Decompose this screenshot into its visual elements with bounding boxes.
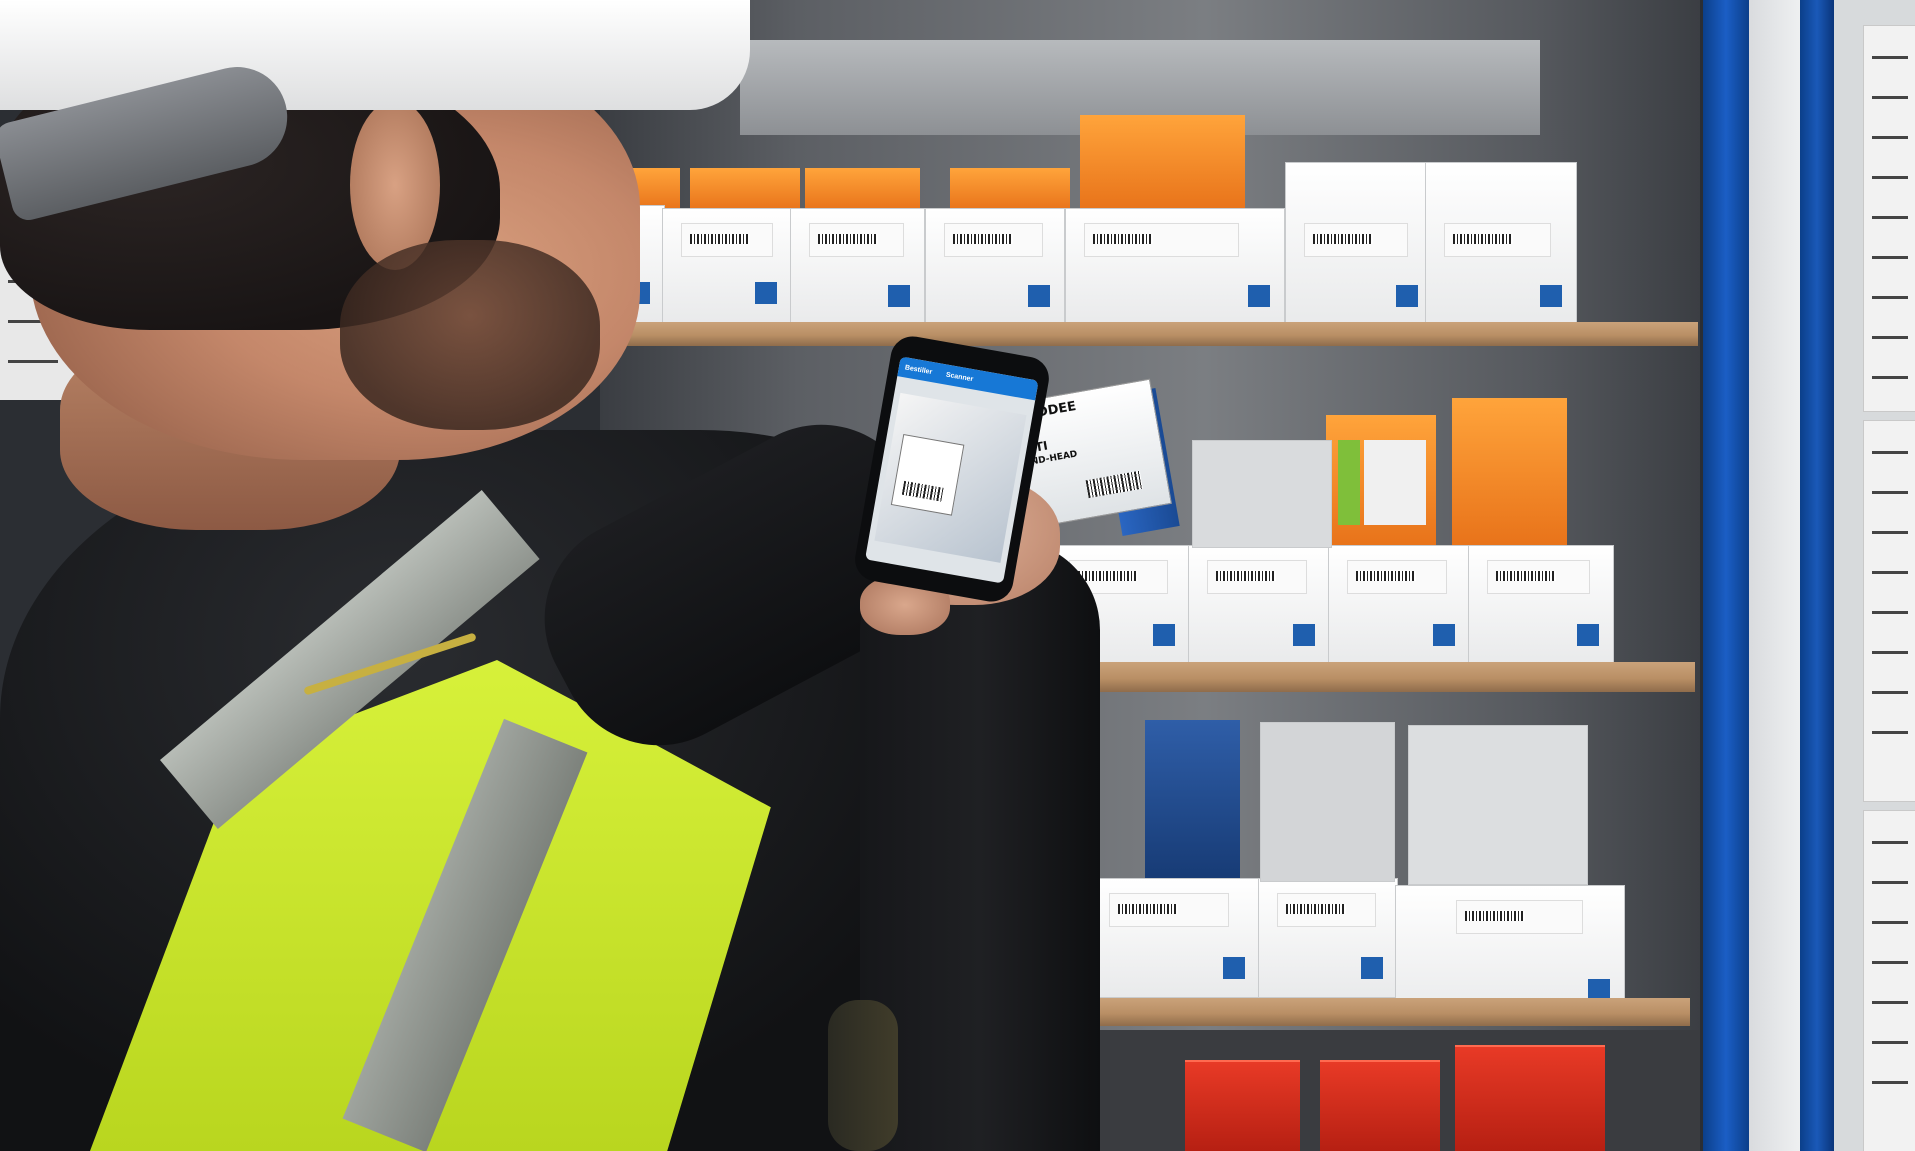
bin-back-wall xyxy=(1408,725,1588,885)
label-strip xyxy=(1863,420,1915,802)
app-header: Bestiller Scanner xyxy=(897,356,1039,401)
bin-back-wall xyxy=(1192,440,1332,548)
orange-box xyxy=(950,168,1070,210)
solar-logo xyxy=(755,282,777,304)
storage-bin xyxy=(1188,545,1330,665)
shelf-top xyxy=(598,322,1698,346)
storage-bin xyxy=(925,208,1065,326)
red-bin xyxy=(1185,1060,1300,1151)
storage-bin xyxy=(1425,162,1577,326)
storage-bin xyxy=(662,208,792,323)
cabinet-door-panel xyxy=(1749,0,1800,1151)
scanned-label xyxy=(890,434,965,516)
orange-box xyxy=(805,168,920,210)
solar-logo xyxy=(1153,624,1175,646)
storage-bin xyxy=(1328,545,1470,665)
solar-logo xyxy=(1433,624,1455,646)
shelf-lower xyxy=(1100,998,1690,1026)
hard-hat xyxy=(0,0,750,110)
green-label-box xyxy=(1326,415,1436,545)
blue-product xyxy=(1145,720,1240,880)
storage-bin xyxy=(790,208,925,326)
sleeve-patch xyxy=(828,1000,898,1151)
red-bin xyxy=(1455,1045,1605,1151)
storage-bin xyxy=(1285,162,1433,326)
cabinet-frame-blue xyxy=(1703,0,1749,1151)
storage-bin xyxy=(1090,878,1260,998)
label-strip xyxy=(1863,25,1915,412)
orange-box-stacked xyxy=(1080,115,1245,210)
solar-logo xyxy=(1396,285,1418,307)
photo-scene: ÆDDEE NTI IND-HEAD Bestiller Scanner xyxy=(0,0,1915,1151)
app-tab-scanner: Scanner xyxy=(945,371,974,383)
label-strip xyxy=(1863,810,1915,1151)
solar-logo xyxy=(1361,957,1383,979)
solar-logo xyxy=(888,285,910,307)
camera-viewfinder xyxy=(874,392,1027,563)
solar-logo xyxy=(1223,957,1245,979)
storage-bin xyxy=(1468,545,1614,665)
phone-screen: Bestiller Scanner xyxy=(865,356,1039,584)
app-tab-order: Bestiller xyxy=(904,363,933,376)
orange-box xyxy=(1452,398,1567,546)
cabinet-frame-blue xyxy=(1800,0,1834,1151)
storage-bin xyxy=(1258,878,1398,998)
storage-bin xyxy=(1065,208,1285,326)
solar-logo xyxy=(1248,285,1270,307)
red-bin xyxy=(1320,1060,1440,1151)
solar-logo xyxy=(1577,624,1599,646)
solar-logo xyxy=(1540,285,1562,307)
solar-logo xyxy=(1028,285,1050,307)
orange-box xyxy=(690,168,800,210)
solar-logo xyxy=(1293,624,1315,646)
bin-back-wall xyxy=(1260,722,1395,882)
beard xyxy=(340,240,600,430)
